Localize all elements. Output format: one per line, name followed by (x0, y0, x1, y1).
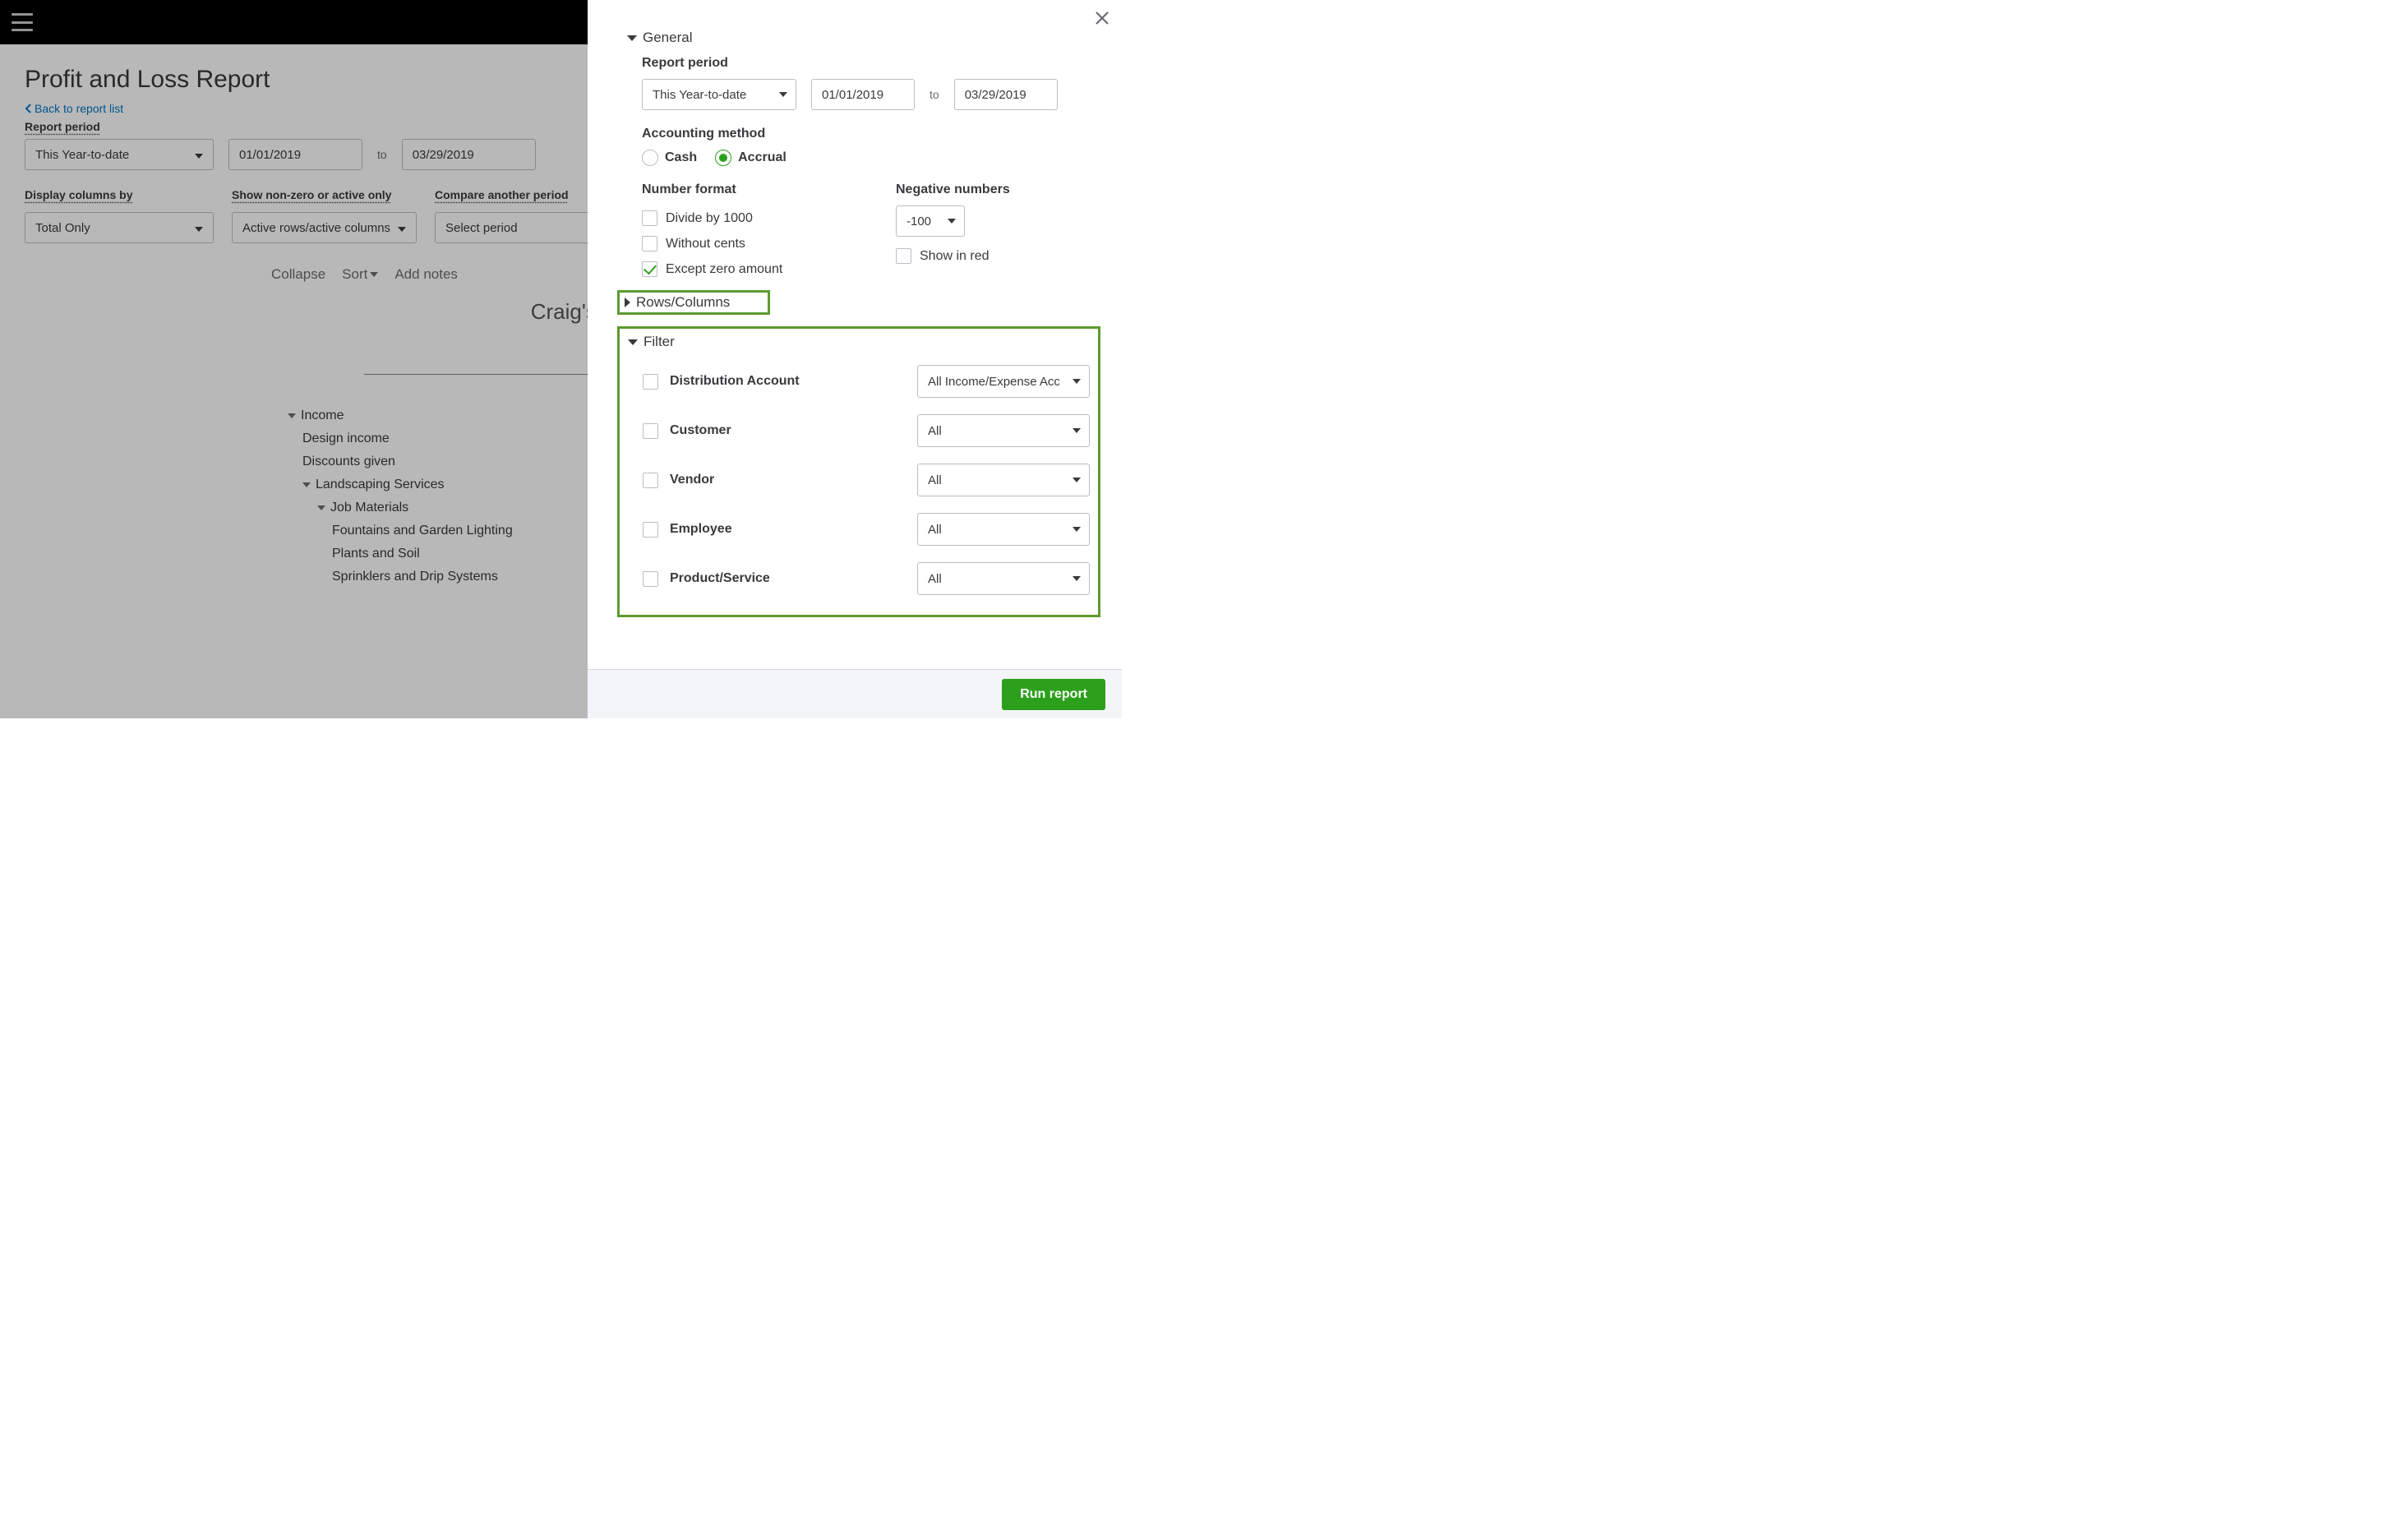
panel-period-value: This Year-to-date (653, 88, 746, 102)
caret-down-icon (628, 339, 638, 345)
filter-vendor-label: Vendor (670, 473, 906, 487)
section-general[interactable]: General (627, 30, 1100, 46)
number-format-label: Number format (642, 182, 846, 197)
negative-numbers-select[interactable]: -100 (896, 205, 965, 237)
rows-columns-highlight: Rows/Columns (617, 290, 770, 315)
caret-down-icon (948, 219, 956, 224)
negative-numbers-label: Negative numbers (896, 182, 1100, 197)
panel-period-row: This Year-to-date 01/01/2019 to 03/29/20… (642, 79, 1100, 110)
filter-dist-label: Distribution Account (670, 374, 906, 389)
chk-showinred[interactable] (896, 248, 911, 264)
filter-employee-label: Employee (670, 522, 906, 537)
filter-customer: Customer All (643, 406, 1090, 455)
general-section-body: Report period This Year-to-date 01/01/20… (627, 56, 1100, 282)
chk-withoutcents[interactable] (642, 236, 657, 251)
chk-customer[interactable] (643, 423, 658, 439)
chk-employee[interactable] (643, 522, 658, 538)
caret-down-icon (779, 92, 787, 97)
chk-product[interactable] (643, 571, 658, 587)
filter-employee-value: All (928, 523, 942, 537)
caret-down-icon (1073, 379, 1081, 384)
filter-product-value: All (928, 572, 942, 586)
filter-product-service: Product/Service All (643, 554, 1090, 603)
chk-exceptzero[interactable] (642, 261, 657, 277)
filter-customer-value: All (928, 424, 942, 438)
caret-right-icon (625, 298, 630, 307)
chk-vendor[interactable] (643, 473, 658, 488)
filter-distribution-account: Distribution Account All Income/Expense … (643, 357, 1090, 406)
section-rows-columns[interactable]: Rows/Columns (625, 294, 763, 311)
filter-vendor: Vendor All (643, 455, 1090, 505)
filter-dist-select[interactable]: All Income/Expense Accounts (917, 365, 1090, 398)
filter-highlight: Filter Distribution Account All Income/E… (617, 326, 1100, 617)
filter-employee: Employee All (643, 505, 1090, 554)
filter-employee-select[interactable]: All (917, 513, 1090, 546)
accounting-method-label: Accounting method (642, 127, 1100, 141)
caret-down-icon (627, 35, 637, 41)
customize-panel: General Report period This Year-to-date … (588, 0, 1122, 718)
number-format-col: Number format Divide by 1000 Without cen… (642, 182, 846, 282)
caret-down-icon (1073, 527, 1081, 532)
panel-period-select[interactable]: This Year-to-date (642, 79, 796, 110)
radio-cash[interactable] (642, 150, 658, 166)
panel-footer: Run report (588, 669, 1122, 718)
filter-customer-label: Customer (670, 423, 906, 438)
filter-product-label: Product/Service (670, 571, 906, 586)
negative-numbers-value: -100 (906, 215, 931, 228)
radio-accrual-label: Accrual (738, 150, 787, 165)
chk-dist-account[interactable] (643, 374, 658, 390)
caret-down-icon (1073, 428, 1081, 433)
negative-numbers-col: Negative numbers -100 Show in red (896, 182, 1100, 282)
chk-exceptzero-label: Except zero amount (666, 262, 782, 277)
chk-showinred-label: Show in red (920, 249, 989, 264)
number-neg-row: Number format Divide by 1000 Without cen… (642, 182, 1100, 282)
run-report-button[interactable]: Run report (1002, 679, 1105, 710)
chk-divide1000[interactable] (642, 210, 657, 226)
radio-accrual[interactable] (715, 150, 731, 166)
chk-withoutcents-label: Without cents (666, 237, 745, 251)
filter-product-select[interactable]: All (917, 562, 1090, 595)
caret-down-icon (1073, 576, 1081, 581)
panel-date-from[interactable]: 01/01/2019 (811, 79, 915, 110)
filter-vendor-select[interactable]: All (917, 464, 1090, 496)
radio-cash-label: Cash (665, 150, 697, 165)
chk-divide1000-label: Divide by 1000 (666, 211, 753, 226)
filter-body: Distribution Account All Income/Expense … (628, 357, 1090, 603)
panel-to: to (930, 88, 939, 101)
panel-report-period-label: Report period (642, 56, 1100, 71)
section-filter[interactable]: Filter (628, 334, 1090, 350)
caret-down-icon (1073, 478, 1081, 482)
panel-content: General Report period This Year-to-date … (588, 0, 1122, 669)
panel-date-to[interactable]: 03/29/2019 (954, 79, 1058, 110)
filter-dist-value: All Income/Expense Accounts (928, 375, 1059, 389)
accounting-method-radios: Cash Accrual (642, 150, 1100, 166)
filter-vendor-value: All (928, 473, 942, 487)
filter-customer-select[interactable]: All (917, 414, 1090, 447)
